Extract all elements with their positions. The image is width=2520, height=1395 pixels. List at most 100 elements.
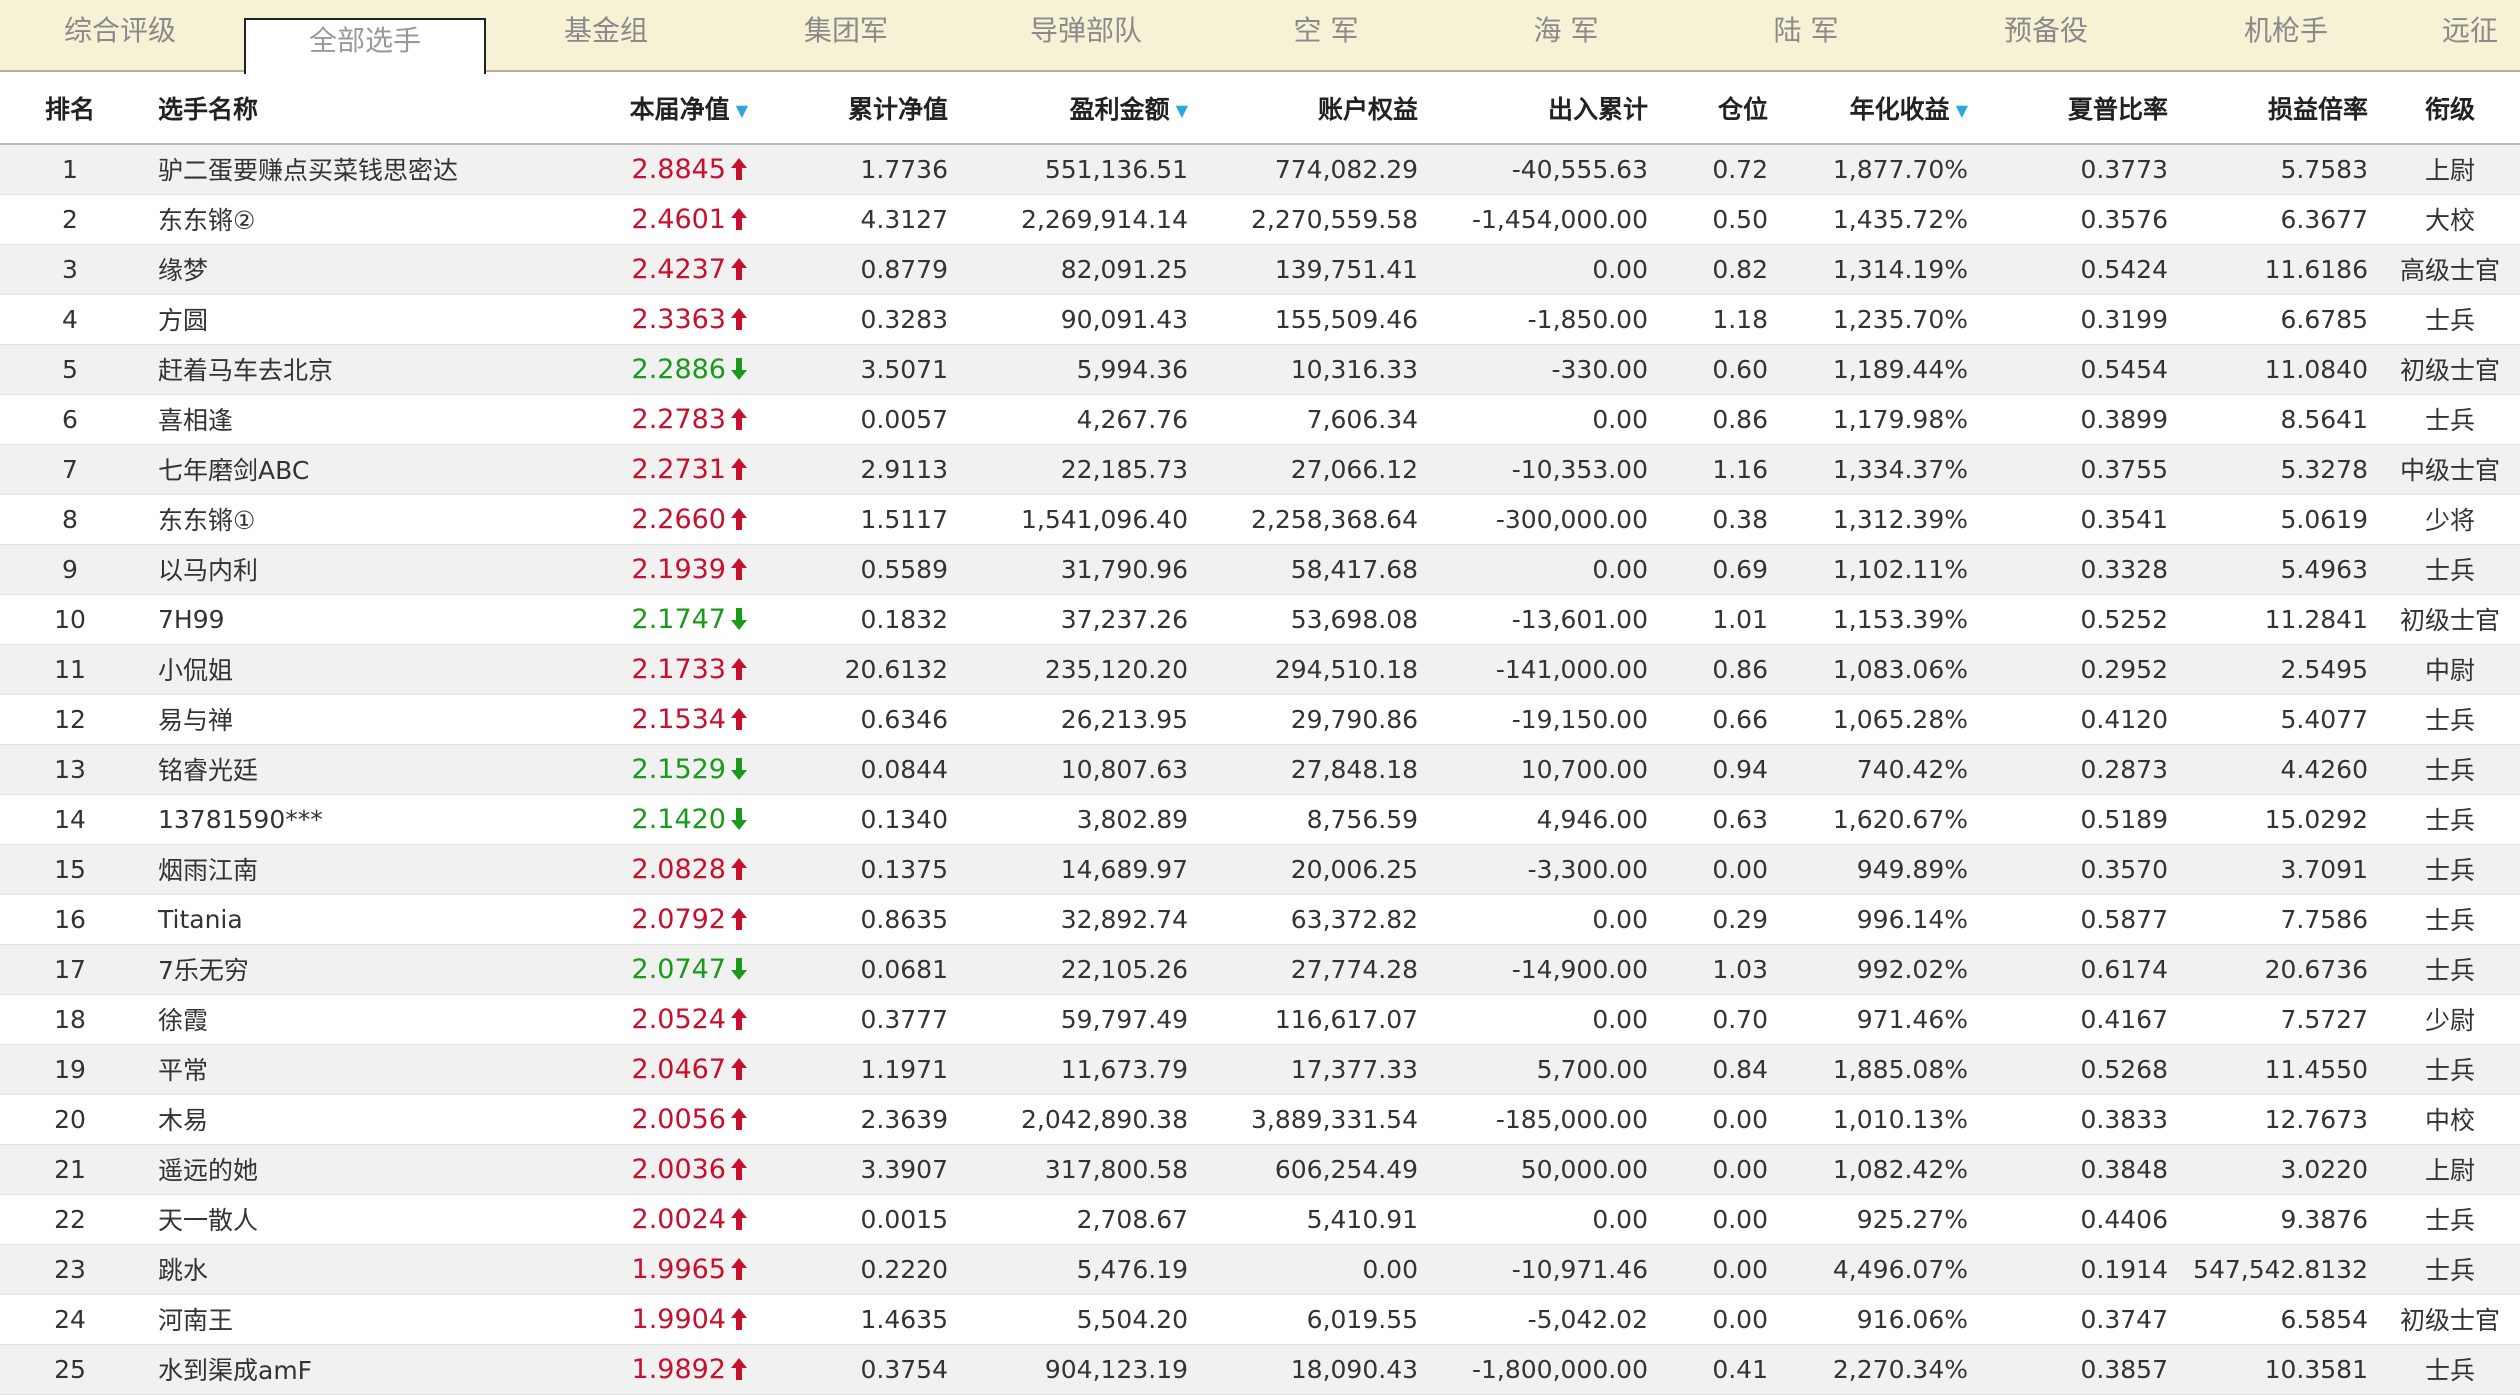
cell-in-out-total: -300,000.00 [1430, 494, 1660, 545]
cell-player-name[interactable]: Titania [140, 894, 570, 945]
cell-player-name[interactable]: 7乐无穷 [140, 944, 570, 995]
tab-navy[interactable]: 海 军 [1446, 0, 1686, 72]
table-row[interactable]: 18 徐霞 2.0524 0.3777 59,797.49 116,617.07 0.00 0… [0, 994, 2520, 1045]
cell-player-name[interactable]: 驴二蛋要赚点买菜钱思密达 [140, 144, 570, 195]
cell-profit: 26,213.95 [960, 694, 1200, 745]
table-row[interactable]: 3 缘梦 2.4237 0.8779 82,091.25 139,751.41 0.00 0.… [0, 244, 2520, 295]
cell-account-equity: 155,509.46 [1200, 294, 1430, 345]
cell-player-name[interactable]: 易与禅 [140, 694, 570, 745]
cell-player-name[interactable]: 木易 [140, 1094, 570, 1145]
tab-expedition[interactable]: 远征 [2442, 0, 2520, 72]
cell-player-name[interactable]: 13781590*** [140, 794, 570, 845]
cell-player-name[interactable]: 烟雨江南 [140, 844, 570, 895]
table-row[interactable]: 22 天一散人 2.0024 0.0015 2,708.67 5,410.91 0.00 0.… [0, 1194, 2520, 1245]
sort-down-triangle-icon[interactable]: ▼ [736, 101, 748, 120]
cell-account-equity: 2,270,559.58 [1200, 194, 1430, 245]
cell-player-name[interactable]: 7H99 [140, 594, 570, 645]
cell-player-name[interactable]: 喜相逢 [140, 394, 570, 445]
cell-sharpe-ratio: 0.3199 [1980, 294, 2180, 345]
cell-account-equity: 139,751.41 [1200, 244, 1430, 295]
arrow-up-icon [731, 857, 747, 880]
tab-army[interactable]: 陆 军 [1686, 0, 1926, 72]
table-row[interactable]: 9 以马内利 2.1939 0.5589 31,790.96 58,417.68 0.00 0… [0, 544, 2520, 595]
cell-cumulative-nav: 0.1340 [760, 794, 960, 845]
cell-player-name[interactable]: 东东锵① [140, 494, 570, 545]
table-row[interactable]: 23 跳水 1.9965 0.2220 5,476.19 0.00 -10,971.46 0.… [0, 1244, 2520, 1295]
cell-current-nav: 2.2660 [570, 494, 760, 545]
cell-in-out-total: 0.00 [1430, 1194, 1660, 1245]
tab-machine-gunner[interactable]: 机枪手 [2166, 0, 2406, 72]
cell-sharpe-ratio: 0.3747 [1980, 1294, 2180, 1345]
tab-missile-force[interactable]: 导弹部队 [966, 0, 1206, 72]
tab-overall-rating[interactable]: 综合评级 [0, 0, 240, 72]
cell-player-name[interactable]: 以马内利 [140, 544, 570, 595]
arrow-up-icon [731, 157, 747, 180]
cell-account-equity: 6,019.55 [1200, 1294, 1430, 1345]
table-row[interactable]: 13 铭睿光廷 2.1529 0.0844 10,807.63 27,848.18 10,7… [0, 744, 2520, 795]
cell-player-name[interactable]: 缘梦 [140, 244, 570, 295]
table-row[interactable]: 14 13781590*** 2.1420 0.1340 3,802.89 8,756.5… [0, 794, 2520, 845]
cell-account-equity: 27,066.12 [1200, 444, 1430, 495]
cell-player-name[interactable]: 平常 [140, 1044, 570, 1095]
cell-pl-ratio: 2.5495 [2180, 644, 2380, 695]
cell-player-name[interactable]: 铭睿光廷 [140, 744, 570, 795]
table-row[interactable]: 7 七年磨剑ABC 2.2731 2.9113 22,185.73 27,066.12 -1… [0, 444, 2520, 495]
cell-pl-ratio: 7.7586 [2180, 894, 2380, 945]
cell-sharpe-ratio: 0.5454 [1980, 344, 2180, 395]
cell-player-name[interactable]: 遥远的她 [140, 1144, 570, 1195]
table-row[interactable]: 15 烟雨江南 2.0828 0.1375 14,689.97 20,006.25 -3,3… [0, 844, 2520, 895]
tab-all-players[interactable]: 全部选手 [244, 18, 486, 74]
table-row[interactable]: 16 Titania 2.0792 0.8635 32,892.74 63,372.82 0… [0, 894, 2520, 945]
cell-player-name[interactable]: 徐霞 [140, 994, 570, 1045]
table-row[interactable]: 4 方圆 2.3363 0.3283 90,091.43 155,509.46 -1,850… [0, 294, 2520, 345]
cell-player-name[interactable]: 方圆 [140, 294, 570, 345]
col-header-current-nav[interactable]: 本届净值 ▼ [570, 72, 760, 145]
cell-player-name[interactable]: 跳水 [140, 1244, 570, 1295]
cell-position: 0.50 [1660, 194, 1780, 245]
table-row[interactable]: 8 东东锵① 2.2660 1.5117 1,541,096.40 2,258,368.6… [0, 494, 2520, 545]
col-header-cumulative-nav: 累计净值 [760, 72, 960, 145]
tab-group-army[interactable]: 集团军 [726, 0, 966, 72]
cell-position: 0.00 [1660, 1144, 1780, 1195]
sort-down-triangle-icon[interactable]: ▼ [1176, 101, 1188, 120]
table-row[interactable]: 1 驴二蛋要赚点买菜钱思密达 2.8845 1.7736 551,136.51 774,0… [0, 144, 2520, 195]
table-row[interactable]: 20 木易 2.0056 2.3639 2,042,890.38 3,889,331.54… [0, 1094, 2520, 1145]
table-row[interactable]: 5 赶着马车去北京 2.2886 3.5071 5,994.36 10,316.33 -33… [0, 344, 2520, 395]
tab-air-force[interactable]: 空 军 [1206, 0, 1446, 72]
cell-annual-return: 1,334.37% [1780, 444, 1980, 495]
cell-profit: 5,504.20 [960, 1294, 1200, 1345]
tab-fund-group[interactable]: 基金组 [486, 0, 726, 72]
table-row[interactable]: 10 7H99 2.1747 0.1832 37,237.26 53,698.08 -13,… [0, 594, 2520, 645]
table-row[interactable]: 11 小侃姐 2.1733 20.6132 235,120.20 294,510.18 -1… [0, 644, 2520, 695]
cell-pl-ratio: 3.0220 [2180, 1144, 2380, 1195]
table-row[interactable]: 21 遥远的她 2.0036 3.3907 317,800.58 606,254.49 50… [0, 1144, 2520, 1195]
cell-rank: 25 [0, 1344, 140, 1395]
table-row[interactable]: 12 易与禅 2.1534 0.6346 26,213.95 29,790.86 -19,1… [0, 694, 2520, 745]
table-row[interactable]: 17 7乐无穷 2.0747 0.0681 22,105.26 27,774.28 -14,… [0, 944, 2520, 995]
cell-player-name[interactable]: 东东锵② [140, 194, 570, 245]
tab-reserve[interactable]: 预备役 [1926, 0, 2166, 72]
cell-rank: 16 [0, 894, 140, 945]
col-header-annual-return[interactable]: 年化收益 ▼ [1780, 72, 1980, 145]
sort-down-triangle-icon[interactable]: ▼ [1956, 101, 1968, 120]
cell-pl-ratio: 6.3677 [2180, 194, 2380, 245]
table-row[interactable]: 19 平常 2.0467 1.1971 11,673.79 17,377.33 5,700.… [0, 1044, 2520, 1095]
cell-in-out-total: -330.00 [1430, 344, 1660, 395]
col-header-rank: 排名 [0, 72, 140, 145]
cell-player-name[interactable]: 赶着马车去北京 [140, 344, 570, 395]
table-row[interactable]: 6 喜相逢 2.2783 0.0057 4,267.76 7,606.34 0.00 0.86… [0, 394, 2520, 445]
ranking-table: 排名 选手名称 本届净值 ▼ 累计净值 盈利金额 ▼ 账户权益 出入累计 仓位 年化… [0, 72, 2520, 1395]
cell-profit: 11,673.79 [960, 1044, 1200, 1095]
cell-annual-return: 925.27% [1780, 1194, 1980, 1245]
table-row[interactable]: 2 东东锵② 2.4601 4.3127 2,269,914.14 2,270,559.5… [0, 194, 2520, 245]
cell-position: 0.86 [1660, 394, 1780, 445]
table-row[interactable]: 24 河南王 1.9904 1.4635 5,504.20 6,019.55 -5,042.… [0, 1294, 2520, 1345]
cell-player-name[interactable]: 水到渠成amF [140, 1344, 570, 1395]
table-row[interactable]: 25 水到渠成amF 1.9892 0.3754 904,123.19 18,090.43… [0, 1344, 2520, 1395]
cell-player-name[interactable]: 天一散人 [140, 1194, 570, 1245]
cell-player-name[interactable]: 七年磨剑ABC [140, 444, 570, 495]
cell-player-name[interactable]: 河南王 [140, 1294, 570, 1345]
arrow-down-icon [731, 357, 747, 380]
col-header-profit[interactable]: 盈利金额 ▼ [960, 72, 1200, 145]
cell-player-name[interactable]: 小侃姐 [140, 644, 570, 695]
